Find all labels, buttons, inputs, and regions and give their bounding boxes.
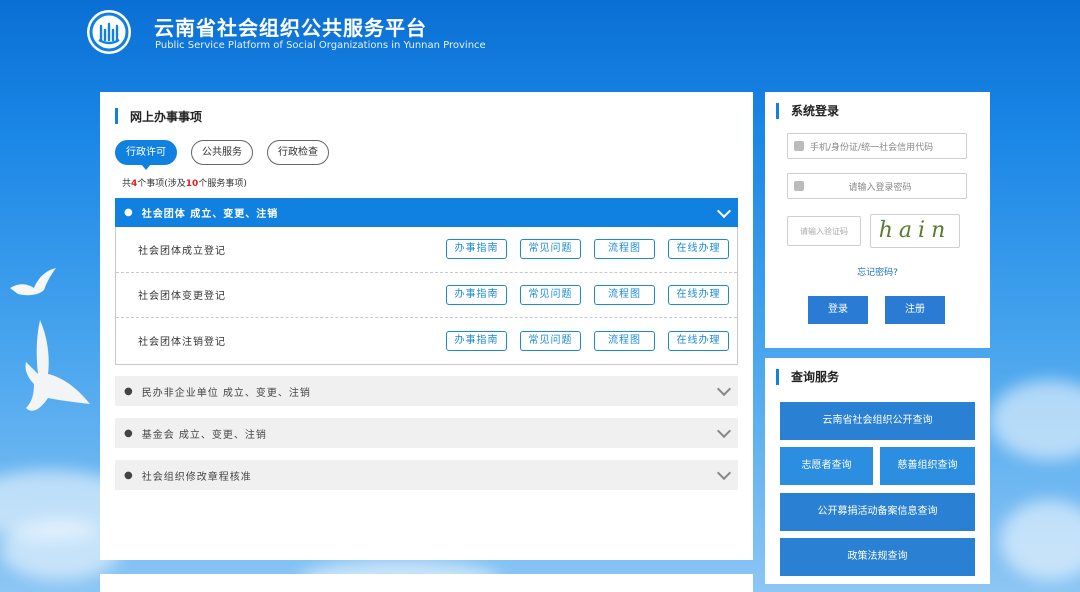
- item-label: 社会团体成立登记: [138, 245, 226, 257]
- chevron-down-icon[interactable]: [716, 203, 732, 218]
- fundraising-record-query-button[interactable]: 公开募捐活动备案信息查询: [780, 493, 975, 531]
- list-item: 社会团体变更登记 办事指南 常见问题 流程图 在线办理: [116, 273, 737, 318]
- section-header: 查询服务: [776, 368, 839, 385]
- charity-query-button[interactable]: 慈善组织查询: [880, 447, 975, 485]
- site-header: 云南省社会组织公共服务平台 Public Service Platform of…: [0, 0, 1080, 80]
- section-bar: [776, 102, 779, 119]
- accordion-title: 基金会 成立、变更、注销: [141, 429, 267, 441]
- cloud: [1000, 500, 1080, 580]
- site-subtitle: Public Service Platform of Social Organi…: [155, 40, 486, 51]
- query-title: 查询服务: [791, 370, 840, 384]
- section-header: 系统登录: [776, 102, 839, 119]
- guide-button[interactable]: 办事指南: [446, 330, 507, 351]
- username-placeholder: 手机/身份证/统一社会信用代码: [810, 142, 934, 153]
- guide-button[interactable]: 办事指南: [446, 239, 507, 260]
- guide-button[interactable]: 办事指南: [446, 284, 507, 305]
- tab-public-service[interactable]: 公共服务: [191, 140, 253, 165]
- online-services-panel: 网上办事事项 行政许可 公共服务 行政检查 共4个事项(涉及10个服务事项) ●…: [100, 92, 753, 560]
- login-title: 系统登录: [791, 104, 840, 118]
- site-title: 云南省社会组织公共服务平台: [154, 16, 427, 40]
- accordion-header-charter-approval[interactable]: ● 社会组织修改章程核准: [115, 460, 738, 490]
- faq-button[interactable]: 常见问题: [520, 284, 581, 305]
- faq-button[interactable]: 常见问题: [520, 330, 581, 351]
- category-tabs: 行政许可 公共服务 行政检查: [115, 140, 329, 170]
- next-panel: [100, 574, 753, 592]
- chevron-down-icon[interactable]: [716, 465, 732, 481]
- captcha-placeholder: 请输入验证码: [800, 226, 848, 236]
- section-bar: [776, 368, 779, 385]
- list-item: 社会团体成立登记 办事指南 常见问题 流程图 在线办理: [116, 227, 737, 273]
- chevron-down-icon[interactable]: [716, 381, 732, 397]
- password-placeholder: 请输入登录密码: [848, 182, 912, 193]
- apply-online-button[interactable]: 在线办理: [668, 330, 729, 351]
- flowchart-button[interactable]: 流程图: [594, 284, 655, 305]
- cloud: [990, 380, 1080, 460]
- section-title: 网上办事事项: [130, 109, 203, 124]
- tab-administrative-inspection[interactable]: 行政检查: [267, 140, 329, 165]
- tab-administrative-permit[interactable]: 行政许可: [115, 140, 177, 170]
- accordion-title: 社会团体 成立、变更、注销: [141, 209, 279, 220]
- login-button[interactable]: 登录: [808, 296, 868, 324]
- login-panel: 系统登录 手机/身份证/统一社会信用代码 请输入登录密码 请输入验证码 hain…: [765, 92, 990, 348]
- username-input[interactable]: 手机/身份证/统一社会信用代码: [787, 133, 967, 159]
- accordion-body: 社会团体成立登记 办事指南 常见问题 流程图 在线办理 社会团体变更登记 办事指…: [115, 227, 738, 365]
- accordion-header-foundation[interactable]: ● 基金会 成立、变更、注销: [115, 418, 738, 448]
- accordion-header-social-groups[interactable]: ● 社会团体 成立、变更、注销: [115, 198, 738, 227]
- bullet-icon: ●: [124, 385, 134, 397]
- policy-query-button[interactable]: 政策法规查询: [780, 538, 975, 576]
- item-count: 共4个事项(涉及10个服务事项): [122, 179, 247, 189]
- accordion-header-private-non-enterprise[interactable]: ● 民办非企业单位 成立、变更、注销: [115, 376, 738, 406]
- dove-icon: [10, 268, 56, 296]
- list-item: 社会团体注销登记 办事指南 常见问题 流程图 在线办理: [116, 318, 737, 364]
- lock-icon: [794, 181, 804, 191]
- accordion-title: 社会组织修改章程核准: [141, 471, 252, 483]
- query-panel: 查询服务 云南省社会组织公开查询 志愿者查询 慈善组织查询 公开募捐活动备案信息…: [765, 358, 990, 584]
- register-button[interactable]: 注册: [885, 296, 945, 324]
- section-bar: [115, 108, 118, 124]
- section-header: 网上办事事项: [115, 108, 202, 124]
- captcha-image[interactable]: hain: [870, 214, 960, 248]
- password-input[interactable]: 请输入登录密码: [787, 173, 967, 199]
- org-public-query-button[interactable]: 云南省社会组织公开查询: [780, 402, 975, 440]
- apply-online-button[interactable]: 在线办理: [668, 284, 729, 305]
- item-label: 社会团体注销登记: [138, 337, 226, 349]
- dove-icon: [25, 320, 91, 411]
- bullet-icon: ●: [124, 427, 134, 439]
- apply-online-button[interactable]: 在线办理: [668, 239, 729, 260]
- captcha-input[interactable]: 请输入验证码: [787, 216, 861, 246]
- accordion-title: 民办非企业单位 成立、变更、注销: [141, 387, 311, 399]
- forgot-password-link[interactable]: 忘记密码?: [765, 265, 990, 278]
- bullet-icon: ●: [124, 469, 134, 481]
- flowchart-button[interactable]: 流程图: [594, 330, 655, 351]
- user-icon: [794, 141, 804, 151]
- chevron-down-icon[interactable]: [716, 423, 732, 439]
- bullet-icon: ●: [124, 207, 134, 218]
- volunteer-query-button[interactable]: 志愿者查询: [780, 447, 873, 485]
- service-count-number: 10: [185, 179, 199, 189]
- flowchart-button[interactable]: 流程图: [594, 239, 655, 260]
- item-label: 社会团体变更登记: [138, 291, 226, 303]
- logo-icon[interactable]: [87, 10, 131, 54]
- faq-button[interactable]: 常见问题: [520, 239, 581, 260]
